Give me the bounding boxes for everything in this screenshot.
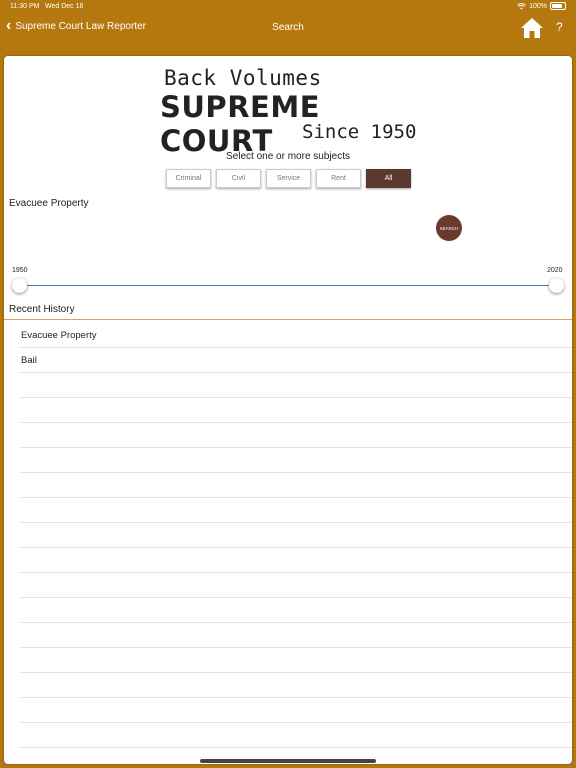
logo-line1: Back Volumes (164, 66, 322, 90)
search-button[interactable]: SEARCH (436, 215, 462, 241)
wifi-icon (517, 2, 527, 10)
status-time: 11:30 PM (10, 3, 40, 10)
back-volumes-logo: Back Volumes SUPREME COURT Since 1950 (160, 66, 418, 158)
history-item[interactable] (20, 473, 572, 498)
home-icon[interactable] (520, 17, 544, 39)
year-min-slider-thumb[interactable] (12, 278, 27, 293)
history-item[interactable]: Bail (20, 348, 572, 373)
history-divider (4, 319, 572, 320)
history-item[interactable] (20, 648, 572, 673)
subject-chips: Criminal Civil Service Rent All (166, 169, 411, 188)
year-max-label: 2020 (547, 267, 563, 274)
search-panel: Back Volumes SUPREME COURT Since 1950 Se… (4, 56, 572, 764)
subject-chip-service[interactable]: Service (266, 169, 311, 188)
history-item[interactable] (20, 548, 572, 573)
history-item[interactable] (20, 573, 572, 598)
home-indicator[interactable] (200, 759, 376, 763)
status-right: 100% (517, 2, 566, 10)
history-item[interactable] (20, 673, 572, 698)
year-range-slider-track[interactable] (18, 285, 556, 286)
nav-bar: ‹ Supreme Court Law Reporter Search ? (0, 13, 576, 43)
history-item[interactable]: Evacuee Property (20, 323, 572, 348)
history-item[interactable] (20, 598, 572, 623)
history-item[interactable] (20, 373, 572, 398)
subject-chip-all[interactable]: All (366, 169, 411, 188)
subject-chip-civil[interactable]: Civil (216, 169, 261, 188)
logo-line3: Since 1950 (302, 121, 417, 143)
subject-chip-rent[interactable]: Rent (316, 169, 361, 188)
status-bar: 11:30 PM Wed Dec 16 100% (0, 0, 576, 13)
year-min-label: 1950 (12, 267, 28, 274)
history-item[interactable] (20, 423, 572, 448)
subject-chip-criminal[interactable]: Criminal (166, 169, 211, 188)
year-max-slider-thumb[interactable] (549, 278, 564, 293)
history-list: Evacuee Property Bail (20, 323, 572, 764)
history-item[interactable] (20, 523, 572, 548)
page-title: Search (272, 22, 304, 33)
history-item[interactable] (20, 398, 572, 423)
history-item[interactable] (20, 448, 572, 473)
status-date: Wed Dec 16 (45, 3, 84, 10)
subjects-label: Select one or more subjects (226, 151, 350, 162)
history-item[interactable] (20, 498, 572, 523)
history-item[interactable] (20, 623, 572, 648)
recent-history-title: Recent History (9, 304, 75, 315)
battery-percent: 100% (529, 2, 547, 10)
battery-icon (550, 2, 566, 10)
history-item[interactable] (20, 698, 572, 723)
help-button[interactable]: ? (556, 20, 563, 34)
search-input[interactable]: Evacuee Property (9, 198, 89, 209)
history-item[interactable] (20, 723, 572, 748)
